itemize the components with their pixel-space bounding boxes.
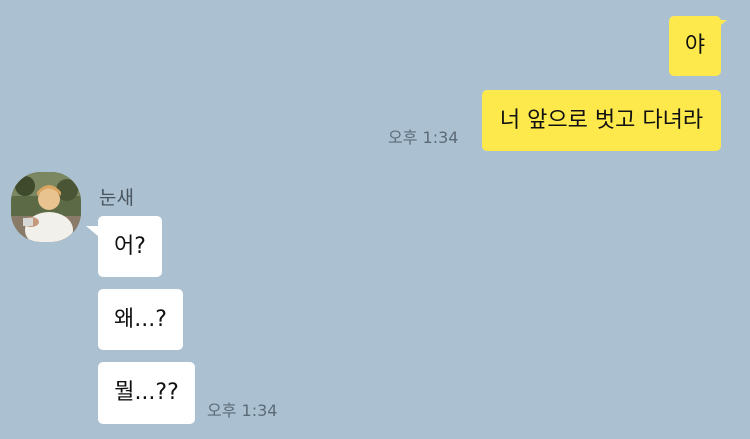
incoming-message-2-text: 왜...?	[114, 306, 167, 332]
outgoing-message-1[interactable]: 야	[669, 16, 721, 76]
incoming-message-1[interactable]: 어?	[98, 216, 162, 277]
sender-name: 눈새	[99, 187, 134, 209]
incoming-timestamp: 오후 1:34	[207, 401, 278, 420]
incoming-message-3-text: 뭘...??	[114, 380, 179, 405]
incoming-message-1-text: 어?	[114, 233, 146, 259]
chat-room: 야 너 앞으로 벗고 다녀라 오후 1:34 눈새 어? 왜...? 뭘...?…	[0, 0, 750, 439]
outgoing-message-1-text: 야	[684, 33, 706, 58]
outgoing-message-2[interactable]: 너 앞으로 벗고 다녀라	[482, 90, 721, 151]
incoming-message-3[interactable]: 뭘...??	[98, 362, 195, 424]
incoming-bubble-tail	[86, 226, 98, 236]
incoming-message-2[interactable]: 왜...?	[98, 289, 183, 350]
sender-avatar[interactable]	[11, 172, 81, 242]
outgoing-message-2-text: 너 앞으로 벗고 다녀라	[499, 107, 704, 133]
outgoing-timestamp: 오후 1:34	[388, 128, 459, 147]
avatar-photo-icon	[11, 172, 81, 242]
